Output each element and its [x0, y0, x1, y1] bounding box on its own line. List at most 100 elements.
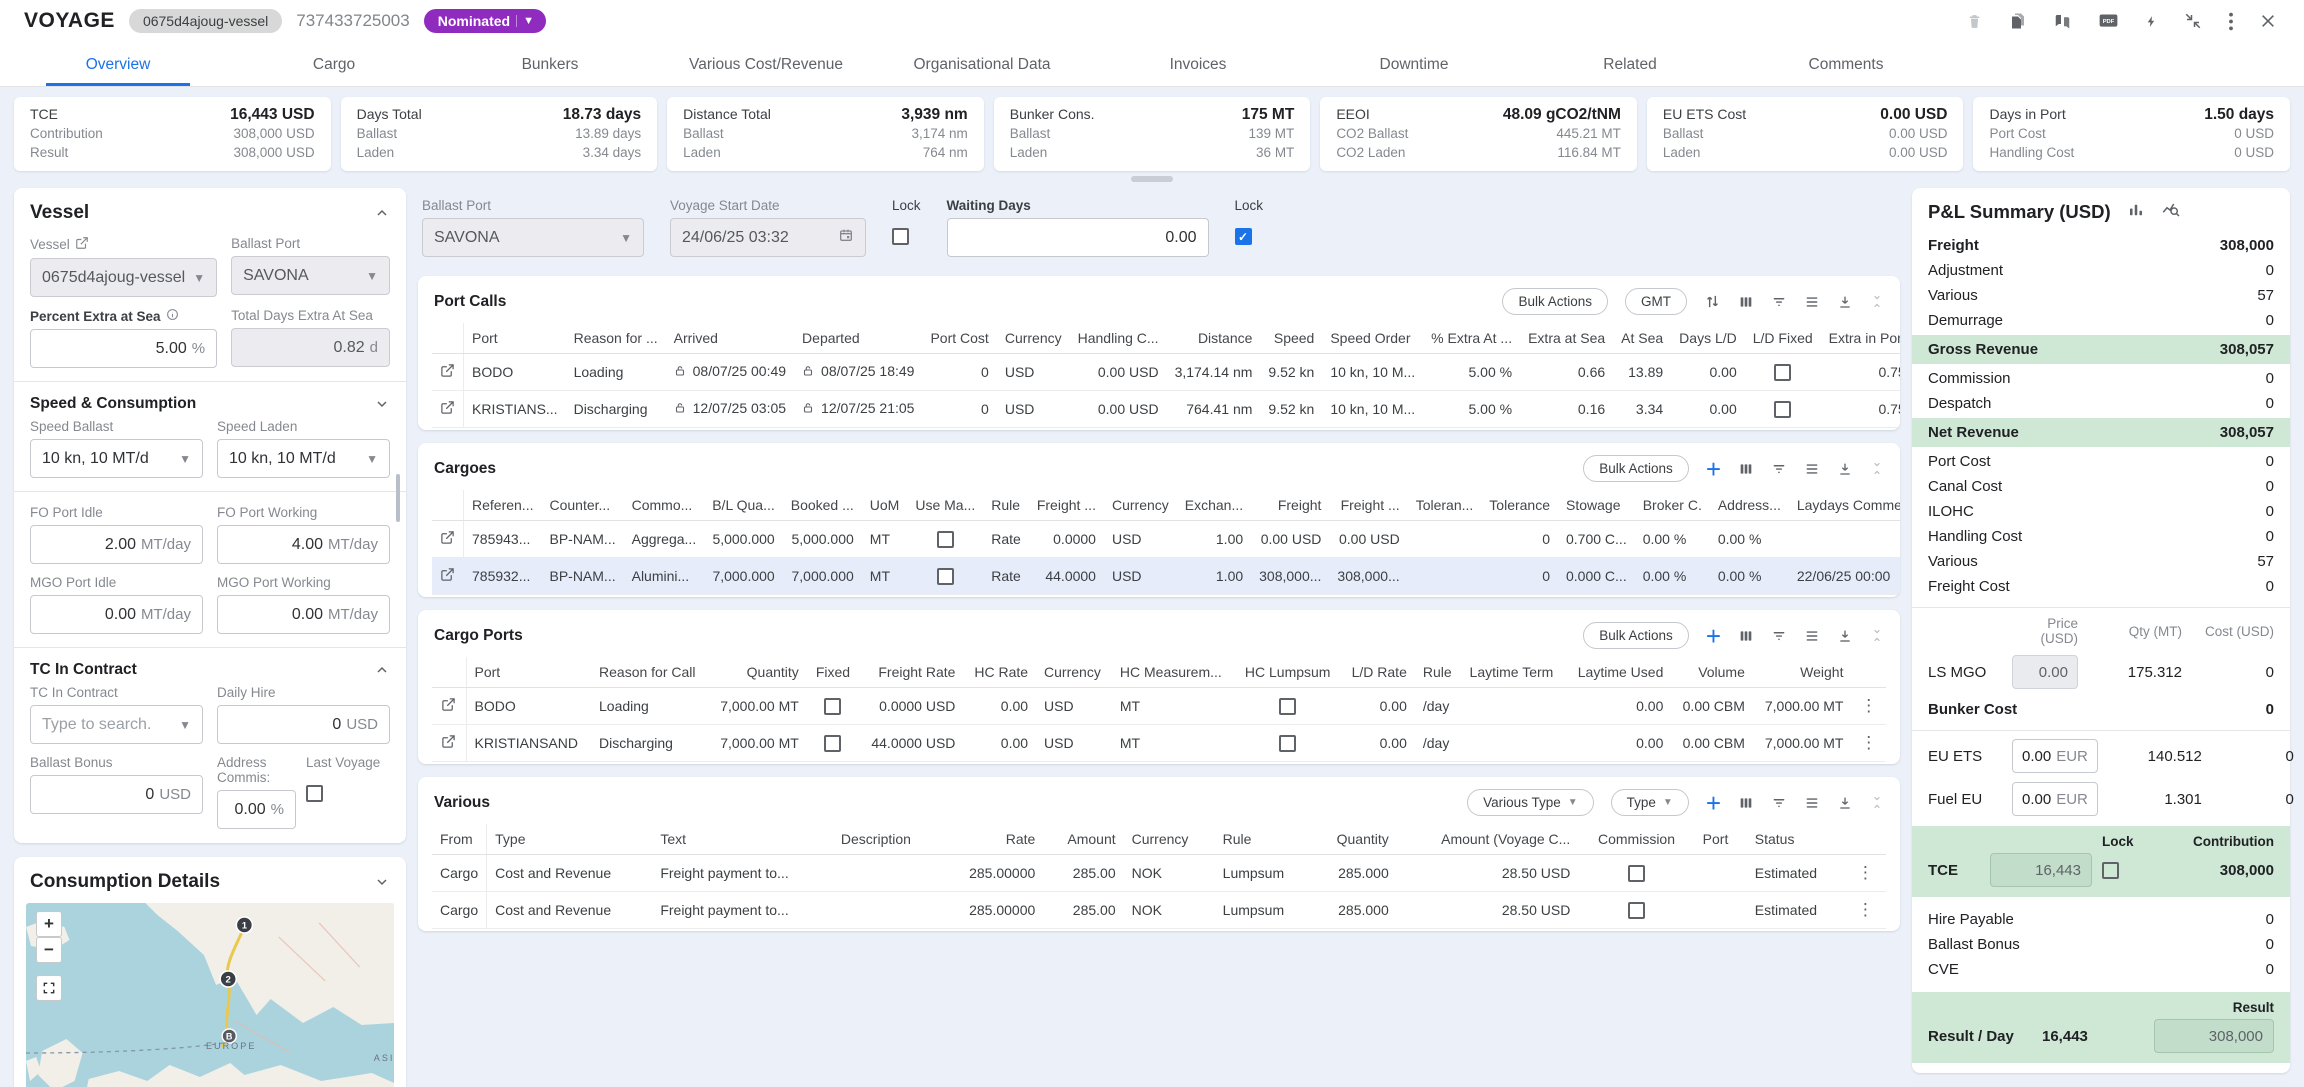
tab-cargo[interactable]: Cargo: [226, 42, 442, 86]
tab-downtime[interactable]: Downtime: [1306, 42, 1522, 86]
fuel-eu-price-input[interactable]: 0.00EUR: [2012, 782, 2098, 816]
columns-icon[interactable]: [1738, 461, 1754, 477]
column-header-blank[interactable]: [1845, 824, 1886, 855]
columns-icon[interactable]: [1738, 795, 1754, 811]
table-row[interactable]: 785932...BP-NAM...Alumini...7,000.0007,0…: [432, 558, 1900, 595]
map-fullscreen-button[interactable]: [36, 975, 62, 1001]
column-header-laydays-commence[interactable]: Laydays Commence: [1789, 490, 1900, 521]
waiting-days-input[interactable]: 0.00: [947, 218, 1209, 257]
tce-lock-checkbox[interactable]: ✓: [2102, 862, 2119, 879]
column-header-hc-rate[interactable]: HC Rate: [963, 657, 1036, 688]
column-header-commission[interactable]: Commission: [1578, 824, 1694, 855]
tab-bunkers[interactable]: Bunkers: [442, 42, 658, 86]
table-row[interactable]: BODOLoading08/07/25 00:4908/07/25 18:490…: [432, 354, 1900, 391]
analytics-search-icon[interactable]: [2161, 201, 2182, 223]
bulk-actions-button[interactable]: Bulk Actions: [1502, 288, 1608, 315]
open-row-icon[interactable]: [440, 363, 455, 378]
last-voyage-checkbox[interactable]: ✓: [306, 785, 323, 802]
speed-laden-select[interactable]: 10 kn, 10 MT/d▼: [217, 439, 390, 478]
column-header-reason-for[interactable]: Reason for ...: [566, 323, 666, 354]
tab-overview[interactable]: Overview: [10, 42, 226, 86]
unfold-icon[interactable]: [1870, 460, 1884, 477]
chevron-down-icon[interactable]: [374, 874, 390, 890]
column-header-exchan[interactable]: Exchan...: [1177, 490, 1251, 521]
column-header-tolerance[interactable]: Tolerance: [1481, 490, 1558, 521]
more-icon[interactable]: [2228, 12, 2234, 31]
status-badge[interactable]: Nominated ▼: [424, 9, 546, 33]
open-row-icon[interactable]: [440, 567, 455, 582]
column-header-freight-rate[interactable]: Freight Rate: [859, 657, 963, 688]
column-header-port[interactable]: Port: [466, 657, 591, 688]
column-header-l-d-rate[interactable]: L/D Rate: [1341, 657, 1415, 688]
open-row-icon[interactable]: [441, 697, 456, 712]
bar-chart-icon[interactable]: [2127, 201, 2145, 223]
column-header-speed[interactable]: Speed: [1260, 323, 1322, 354]
column-header-freight[interactable]: Freight ...: [1329, 490, 1407, 521]
mgo-port-working-input[interactable]: 0.00MT/day: [217, 595, 390, 634]
map-zoom-in-button[interactable]: +: [36, 911, 62, 937]
eu-ets-price-input[interactable]: 0.00EUR: [2012, 739, 2098, 773]
delete-icon[interactable]: [1966, 12, 1983, 31]
scrollbar-thumb[interactable]: [396, 474, 400, 522]
column-header-rule[interactable]: Rule: [983, 490, 1029, 521]
export-pdf-icon[interactable]: PDF: [2098, 12, 2119, 30]
tab-organisational-data[interactable]: Organisational Data: [874, 42, 1090, 86]
close-icon[interactable]: [2260, 13, 2276, 29]
column-header-rule[interactable]: Rule: [1215, 824, 1312, 855]
cell-checkbox[interactable]: ✓: [1628, 902, 1645, 919]
density-icon[interactable]: [1804, 461, 1820, 477]
column-header-address[interactable]: Address...: [1710, 490, 1789, 521]
map-zoom-out-button[interactable]: −: [36, 937, 62, 963]
column-header-extra-at[interactable]: % Extra At ...: [1423, 323, 1520, 354]
column-header-currency[interactable]: Currency: [1124, 824, 1215, 855]
column-header-broker-c[interactable]: Broker C.: [1635, 490, 1710, 521]
address-commission-input[interactable]: 0.00%: [217, 790, 296, 829]
column-header-blank[interactable]: [432, 657, 466, 688]
open-vessel-icon[interactable]: [75, 236, 89, 253]
ballast-port-select[interactable]: SAVONA▼: [231, 256, 390, 295]
download-icon[interactable]: [1837, 294, 1853, 310]
table-row[interactable]: CargoCost and RevenueFreight payment to.…: [432, 892, 1886, 929]
collapse-window-icon[interactable]: [2184, 12, 2202, 30]
column-header-use-ma[interactable]: Use Ma...: [907, 490, 983, 521]
tab-invoices[interactable]: Invoices: [1090, 42, 1306, 86]
column-header-l-d-fixed[interactable]: L/D Fixed: [1745, 323, 1821, 354]
column-header-rule[interactable]: Rule: [1415, 657, 1462, 688]
density-icon[interactable]: [1804, 294, 1820, 310]
lock-waiting-checkbox[interactable]: ✓: [1235, 228, 1252, 245]
cell-checkbox[interactable]: ✓: [824, 698, 841, 715]
column-header-blank[interactable]: [1851, 657, 1886, 688]
cell-checkbox[interactable]: ✓: [937, 568, 954, 585]
tab-various-cost-revenue[interactable]: Various Cost/Revenue: [658, 42, 874, 86]
lock-start-checkbox[interactable]: ✓: [892, 228, 909, 245]
column-header-hc-measurem[interactable]: HC Measurem...: [1112, 657, 1235, 688]
table-row[interactable]: BODOLoading7,000.00 MT✓0.0000 USD0.00USD…: [432, 688, 1886, 725]
column-header-speed-order[interactable]: Speed Order: [1322, 323, 1423, 354]
column-header-hc-lumpsum[interactable]: HC Lumpsum: [1235, 657, 1341, 688]
daily-hire-input[interactable]: 0USD: [217, 705, 390, 744]
download-icon[interactable]: [1837, 461, 1853, 477]
column-header-status[interactable]: Status: [1747, 824, 1845, 855]
column-header-reason-for-call[interactable]: Reason for Call: [591, 657, 708, 688]
gmt-button[interactable]: GMT: [1625, 288, 1687, 315]
row-menu-icon[interactable]: ⋮: [1857, 863, 1874, 882]
column-header-freight[interactable]: Freight ...: [1029, 490, 1104, 521]
table-row[interactable]: CargoCost and RevenueFreight payment to.…: [432, 855, 1886, 892]
ballast-bonus-input[interactable]: 0USD: [30, 775, 203, 814]
table-row[interactable]: KRISTIANSANDDischarging7,000.00 MT✓44.00…: [432, 725, 1886, 762]
column-header-quantity[interactable]: Quantity: [708, 657, 807, 688]
column-header-referen[interactable]: Referen...: [464, 490, 542, 521]
unfold-icon[interactable]: [1870, 627, 1884, 644]
bulk-actions-button[interactable]: Bulk Actions: [1583, 622, 1689, 649]
column-header-at-sea[interactable]: At Sea: [1613, 323, 1671, 354]
percent-extra-input[interactable]: 5.00%: [30, 329, 217, 368]
column-header-type[interactable]: Type: [487, 824, 653, 855]
filter-icon[interactable]: [1771, 461, 1787, 477]
info-icon[interactable]: [166, 308, 179, 324]
voyage-ballast-port-select[interactable]: SAVONA▼: [422, 218, 644, 257]
cell-checkbox[interactable]: ✓: [937, 531, 954, 548]
tc-contract-select[interactable]: Type to search.▼: [30, 705, 203, 744]
download-icon[interactable]: [1837, 795, 1853, 811]
column-header-stowage[interactable]: Stowage: [1558, 490, 1635, 521]
add-row-icon[interactable]: +: [1706, 626, 1721, 646]
